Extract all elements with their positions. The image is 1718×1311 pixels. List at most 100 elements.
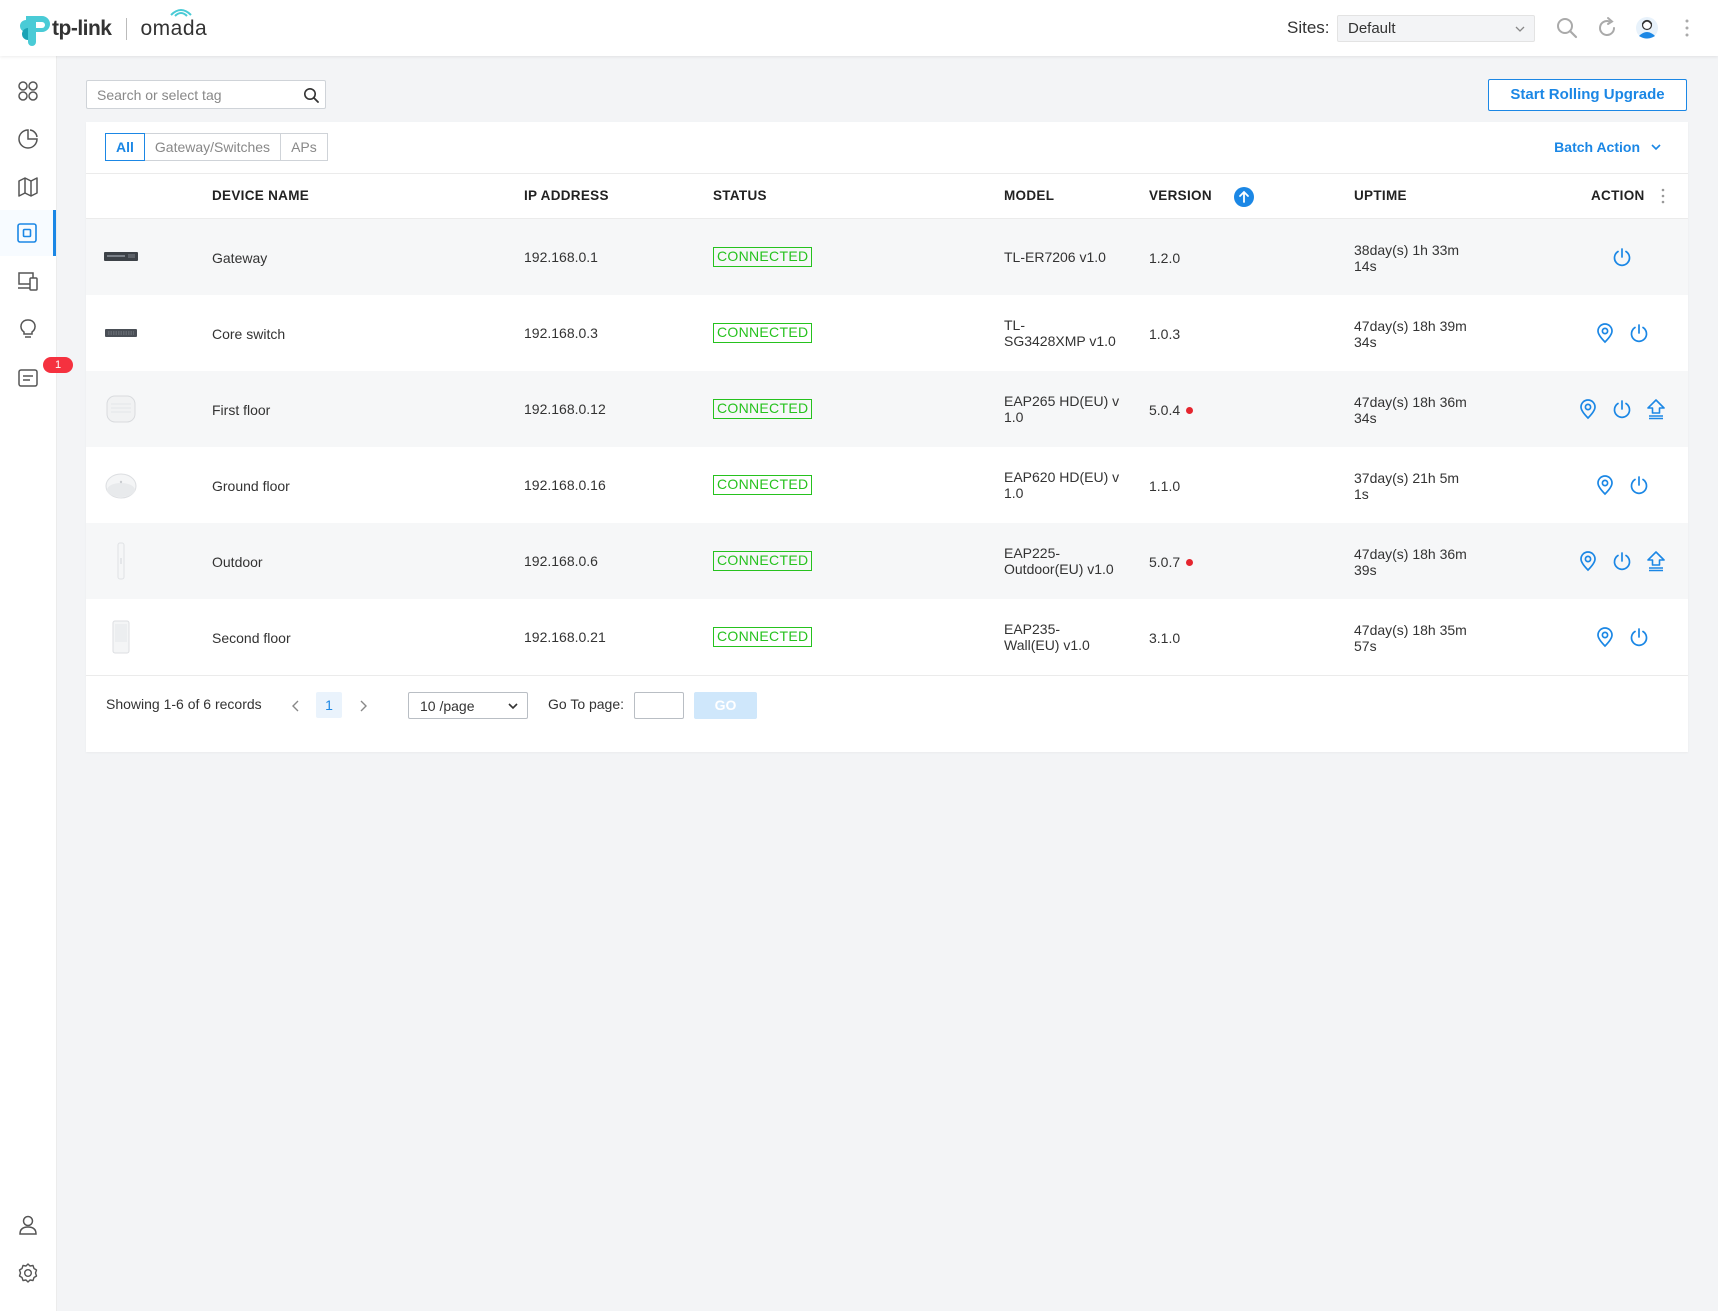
reboot-icon[interactable] [1611,398,1633,420]
tag-search-box[interactable] [86,80,326,109]
col-version[interactable]: VERSION [1149,188,1212,203]
search-icon[interactable] [303,87,319,103]
device-uptime: 47day(s) 18h 39m 34s [1354,318,1467,350]
devices-icon [16,223,37,243]
column-settings-icon[interactable] [1659,187,1667,205]
col-ip-address[interactable]: IP ADDRESS [524,188,609,203]
uptime-line: 1s [1354,486,1369,502]
table-header: DEVICE NAME IP ADDRESS STATUS MODEL VERS… [86,173,1688,219]
reboot-icon[interactable] [1628,322,1650,344]
tab-gateway-switches[interactable]: Gateway/Switches [143,133,282,161]
sidebar-item-account[interactable] [0,1202,56,1248]
sidebar: 1 [0,56,73,1311]
col-model[interactable]: MODEL [1004,188,1054,203]
device-version: 5.0.7 [1149,554,1194,570]
model-line: EAP235- [1004,621,1061,637]
reboot-icon[interactable] [1611,246,1633,268]
reboot-icon[interactable] [1628,474,1650,496]
uptime-line: 47day(s) 18h 36m [1354,394,1467,410]
model-line: Outdoor(EU) v1.0 [1004,561,1114,577]
chevron-down-icon [1651,144,1661,151]
device-uptime: 47day(s) 18h 36m 34s [1354,394,1467,426]
brand-name: tp-link [52,17,112,40]
pagination-bar: Showing 1-6 of 6 records 1 10 /page Go T… [86,675,1688,753]
uptime-line: 39s [1354,562,1377,578]
locate-icon[interactable] [1594,626,1616,648]
col-status[interactable]: STATUS [713,188,767,203]
col-uptime[interactable]: UPTIME [1354,188,1407,203]
page-number-current[interactable]: 1 [316,692,342,718]
batch-action-dropdown[interactable]: Batch Action [1554,139,1662,155]
locate-icon[interactable] [1577,550,1599,572]
tab-all[interactable]: All [105,133,145,161]
site-select-value: Default [1348,20,1396,37]
col-device-name[interactable]: DEVICE NAME [212,188,309,203]
page-size-select[interactable]: 10 /page [408,692,528,719]
sort-ascending-icon[interactable] [1234,187,1254,207]
device-name[interactable]: Core switch [212,326,285,342]
sidebar-item-dashboard[interactable] [0,68,56,114]
sidebar-item-statistics[interactable] [0,116,56,162]
more-vertical-icon[interactable] [1675,16,1699,40]
device-model: EAP235- Wall(EU) v1.0 [1004,621,1090,653]
ap-device-image [104,469,138,501]
tab-aps[interactable]: APs [280,133,328,161]
records-count: Showing 1-6 of 6 records [106,696,262,712]
col-action: ACTION [1591,188,1645,203]
sidebar-item-insight[interactable] [0,306,56,352]
logo-divider [125,18,127,40]
device-version: 1.0.3 [1149,326,1181,342]
upgrade-icon[interactable] [1645,398,1667,420]
refresh-icon[interactable] [1595,16,1619,40]
table-row[interactable]: First floor 192.168.0.12 CONNECTED EAP26… [86,371,1688,447]
brand-logo[interactable]: tp-link omada [18,9,207,46]
user-avatar-icon[interactable] [1635,16,1659,40]
device-name[interactable]: Ground floor [212,478,290,494]
go-button[interactable]: GO [694,692,757,719]
table-row[interactable]: Gateway 192.168.0.1 CONNECTED TL-ER7206 … [86,219,1688,295]
device-uptime: 38day(s) 1h 33m 14s [1354,242,1459,274]
table-row[interactable]: Second floor 192.168.0.21 CONNECTED EAP2… [86,599,1688,675]
table-row[interactable]: Outdoor 192.168.0.6 CONNECTED EAP225- Out… [86,523,1688,599]
device-model: TL- SG3428XMP v1.0 [1004,317,1116,349]
gear-icon [18,1263,38,1283]
start-rolling-upgrade-button[interactable]: Start Rolling Upgrade [1488,79,1687,111]
tag-search-input[interactable] [87,81,307,108]
next-page-button[interactable] [351,694,375,718]
device-name[interactable]: Gateway [212,250,267,266]
status-badge: CONNECTED [713,627,813,647]
status-badge: CONNECTED [713,323,813,343]
switch-device-image [104,317,138,349]
ap-device-image [104,393,138,425]
reboot-icon[interactable] [1611,550,1633,572]
device-list-card: All Gateway/Switches APs Batch Action DE… [86,122,1688,752]
device-name[interactable]: Outdoor [212,554,263,570]
uptime-line: 47day(s) 18h 39m [1354,318,1467,334]
status-badge: CONNECTED [713,247,813,267]
device-name[interactable]: First floor [212,402,270,418]
locate-icon[interactable] [1594,474,1616,496]
locate-icon[interactable] [1577,398,1599,420]
sidebar-item-settings[interactable] [0,1250,56,1296]
sidebar-item-map[interactable] [0,164,56,210]
search-icon[interactable] [1555,16,1579,40]
reboot-icon[interactable] [1628,626,1650,648]
sidebar-item-logs[interactable]: 1 [0,354,73,400]
upgrade-icon[interactable] [1645,550,1667,572]
sidebar-item-devices[interactable] [0,210,56,256]
device-name[interactable]: Second floor [212,630,291,646]
model-line: 1.0 [1004,409,1024,425]
table-row[interactable]: Ground floor 192.168.0.16 CONNECTED EAP6… [86,447,1688,523]
uptime-line: 38day(s) 1h 33m [1354,242,1460,258]
prev-page-button[interactable] [284,694,308,718]
model-line: EAP620 HD(EU) v [1004,469,1120,485]
device-version: 1.1.0 [1149,478,1181,494]
table-row[interactable]: Core switch 192.168.0.3 CONNECTED TL- SG3… [86,295,1688,371]
tp-link-logo-icon [20,16,50,46]
device-ip: 192.168.0.12 [524,401,606,417]
sidebar-item-clients[interactable] [0,258,56,304]
locate-icon[interactable] [1594,322,1616,344]
goto-page-input[interactable] [634,692,684,719]
site-select[interactable]: Default [1337,15,1535,42]
device-uptime: 37day(s) 21h 5m 1s [1354,470,1459,502]
